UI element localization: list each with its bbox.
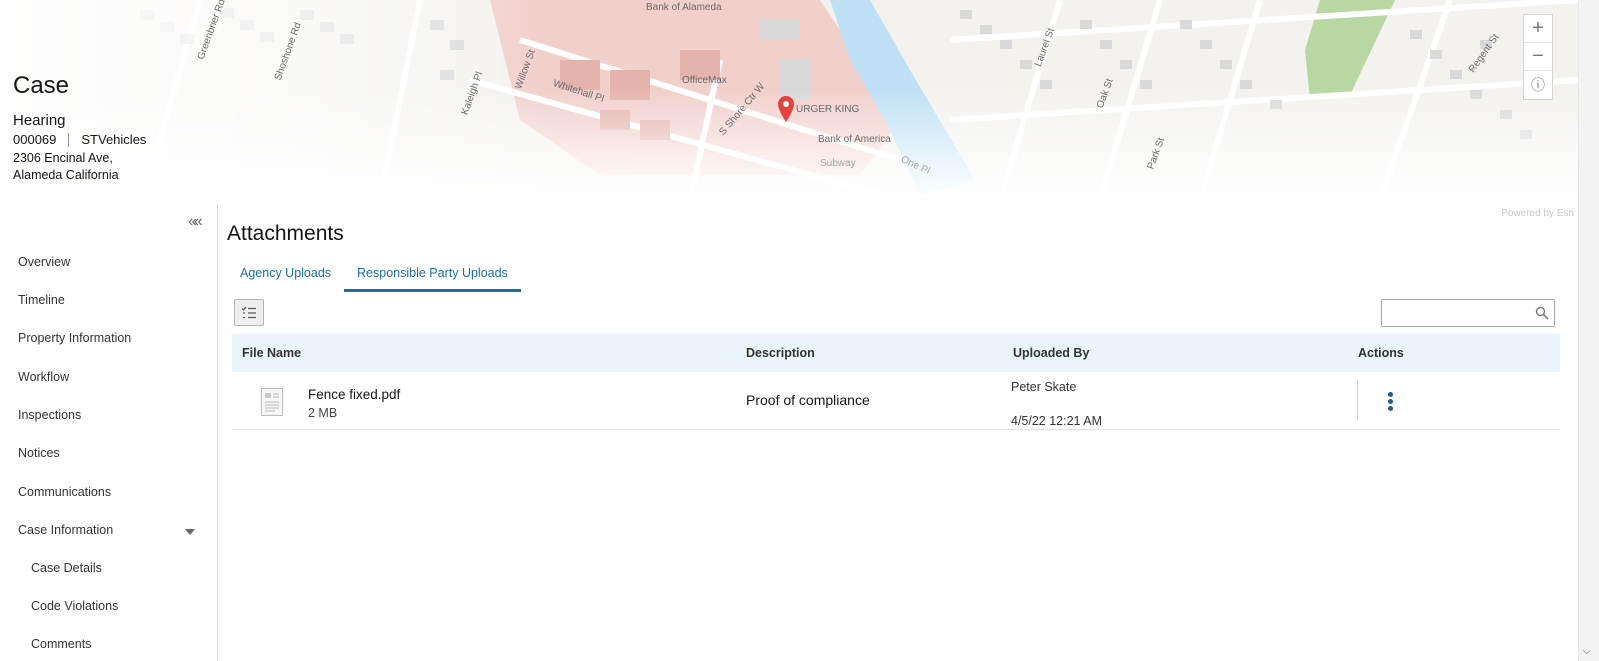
column-header-actions: Actions [1358, 346, 1404, 360]
case-header: Case Hearing 000069 STVehicles 2306 Enci… [13, 72, 146, 184]
case-address-line1: 2306 Encinal Ave, [13, 151, 113, 165]
page-scrollbar[interactable] [1578, 0, 1599, 661]
sidebar-item-communications[interactable]: Communications [18, 485, 111, 499]
search-icon[interactable] [1535, 306, 1549, 320]
checklist-icon [241, 306, 256, 318]
case-number: 000069 [13, 132, 57, 147]
scroll-down-icon[interactable]: ⌵ [1583, 646, 1591, 657]
sidebar-nav: «« Overview Timeline Property Informatio… [0, 205, 218, 661]
case-address-line2: Alameda California [13, 168, 119, 182]
search-input[interactable] [1382, 300, 1528, 326]
document-icon [261, 388, 283, 416]
sidebar-item-inspections[interactable]: Inspections [18, 408, 81, 422]
table-row[interactable]: Fence fixed.pdf 2 MB Proof of compliance… [232, 372, 1560, 430]
search-field [1381, 299, 1555, 327]
more-actions-icon[interactable] [1388, 392, 1394, 413]
case-status: Hearing [13, 112, 66, 129]
location-map[interactable]: Bank of Alameda OfficeMax URGER KING Ban… [0, 0, 1578, 220]
file-description: Proof of compliance [746, 392, 870, 408]
zoom-in-button[interactable]: + [1524, 15, 1552, 43]
sidebar-item-timeline[interactable]: Timeline [18, 293, 65, 307]
map-label: URGER KING [796, 104, 860, 115]
sidebar-item-case-details[interactable]: Case Details [31, 561, 102, 575]
map-info-button[interactable]: ⓘ [1524, 71, 1552, 99]
select-mode-button[interactable] [234, 299, 264, 326]
map-label: OfficeMax [682, 75, 727, 86]
location-pin-icon[interactable] [778, 96, 794, 122]
column-header-file-name[interactable]: File Name [242, 346, 301, 360]
map-label: Subway [820, 158, 856, 169]
map-credit: Powered by Esri [1501, 208, 1574, 219]
map-label: Bank of Alameda [646, 2, 722, 13]
tab-agency-uploads[interactable]: Agency Uploads [227, 258, 344, 292]
file-size: 2 MB [308, 406, 338, 420]
case-type: STVehicles [81, 132, 147, 147]
tab-responsible-party-uploads[interactable]: Responsible Party Uploads [344, 258, 521, 292]
zoom-out-button[interactable]: − [1524, 43, 1552, 71]
collapse-sidebar-icon[interactable]: «« [188, 213, 203, 231]
sidebar-item-notices[interactable]: Notices [18, 446, 60, 460]
case-title: Case [13, 72, 70, 99]
chevron-down-icon[interactable] [185, 529, 195, 535]
page-title: Attachments [227, 222, 344, 245]
sidebar-item-property-information[interactable]: Property Information [18, 331, 131, 345]
sidebar-item-comments[interactable]: Comments [31, 637, 91, 651]
table-header: File Name Description Uploaded By Action… [232, 334, 1560, 372]
divider [68, 132, 70, 147]
sidebar-item-workflow[interactable]: Workflow [18, 370, 69, 384]
case-identifiers: 000069 STVehicles [13, 132, 146, 147]
uploaded-by: Peter Skate [1011, 380, 1077, 394]
actions-divider [1357, 380, 1358, 420]
sidebar-item-overview[interactable]: Overview [18, 255, 70, 269]
sidebar-item-case-information[interactable]: Case Information [18, 523, 113, 537]
sidebar-item-code-violations[interactable]: Code Violations [31, 599, 118, 613]
map-zoom-controls: + − ⓘ [1523, 14, 1553, 100]
column-header-description[interactable]: Description [746, 346, 815, 360]
map-label: Bank of America [818, 134, 891, 145]
column-header-uploaded-by[interactable]: Uploaded By [1013, 346, 1089, 360]
attachment-tabs: Agency Uploads Responsible Party Uploads [227, 258, 521, 292]
uploaded-date: 4/5/22 12:21 AM [1011, 414, 1103, 428]
file-name-link[interactable]: Fence fixed.pdf [308, 387, 400, 402]
attachments-table: File Name Description Uploaded By Action… [232, 334, 1560, 430]
